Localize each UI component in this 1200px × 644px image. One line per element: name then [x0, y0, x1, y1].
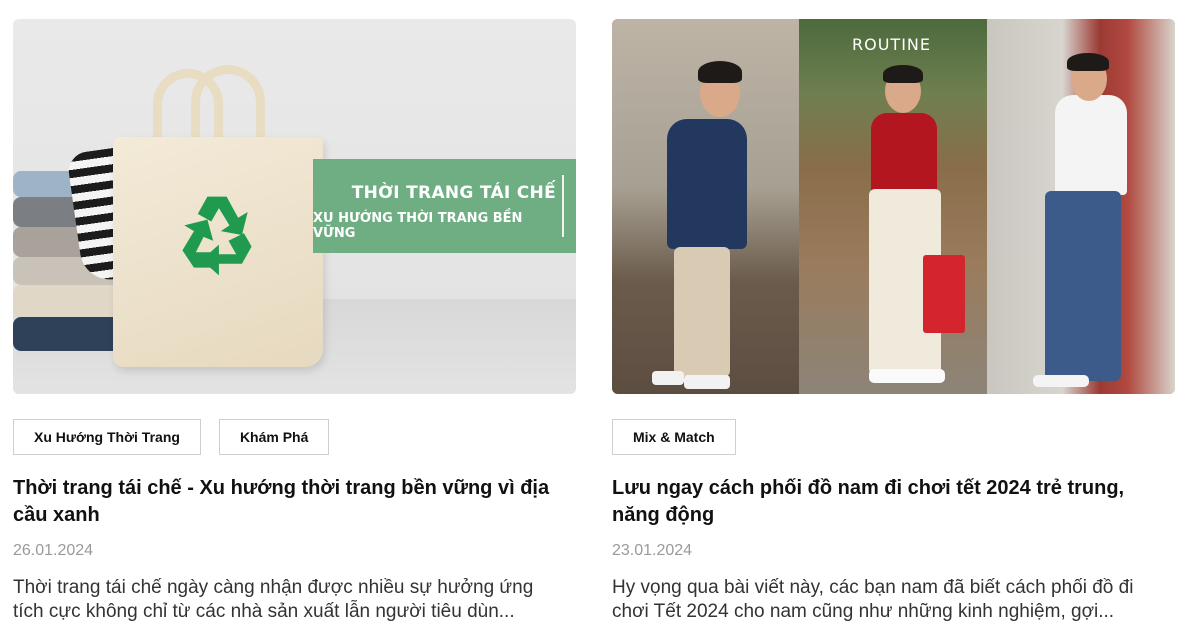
beige-trousers [674, 247, 730, 377]
white-tshirt [1055, 95, 1127, 195]
tag-list: Xu Hướng Thời Trang Khám Phá [13, 419, 330, 455]
banner-subtitle: XU HƯỚNG THỜI TRANG BỀN VỮNG [313, 211, 523, 241]
gift-bag [923, 255, 965, 333]
recycle-icon [182, 196, 252, 276]
excerpt-line: tích cực không chỉ từ các nhà sản xuất l… [13, 601, 515, 622]
sneaker [869, 369, 945, 383]
denim-jacket [667, 119, 747, 249]
photo-panel [799, 19, 987, 394]
overlay-text: ROUTINE [852, 35, 931, 54]
tag-xu-huong-thoi-trang[interactable]: Xu Hướng Thời Trang [13, 419, 201, 455]
post-card: ROUTINE Mix & Match Lưu ngay cách phối đ… [612, 19, 1175, 622]
sneaker [1033, 375, 1089, 387]
sneaker [652, 371, 684, 385]
excerpt-line: Thời trang tái chế ngày càng nhận được n… [13, 577, 534, 598]
promo-banner: THỜI TRANG TÁI CHẾ XU HƯỚNG THỜI TRANG B… [313, 159, 576, 253]
excerpt-line: Hy vọng qua bài viết này, các bạn nam đã… [612, 577, 1134, 598]
tag-mix-and-match[interactable]: Mix & Match [612, 419, 736, 455]
post-date: 23.01.2024 [612, 542, 693, 559]
post-excerpt: Thời trang tái chế ngày càng nhận được n… [13, 576, 576, 624]
post-thumbnail[interactable]: THỜI TRANG TÁI CHẾ XU HƯỚNG THỜI TRANG B… [13, 19, 576, 394]
tag-list: Mix & Match [612, 419, 736, 455]
excerpt-line: chơi Tết 2024 cho nam cũng như những kin… [612, 601, 1115, 622]
tag-kham-pha[interactable]: Khám Phá [218, 419, 330, 455]
banner-title: THỜI TRANG TÁI CHẾ [351, 183, 556, 203]
red-tshirt [871, 113, 937, 193]
person-hair [698, 61, 742, 83]
photo-panel [987, 19, 1175, 394]
post-thumbnail[interactable]: ROUTINE [612, 19, 1175, 394]
tote-bag [113, 137, 323, 367]
wide-jeans [1045, 191, 1121, 381]
post-excerpt: Hy vọng qua bài viết này, các bạn nam đã… [612, 576, 1175, 624]
banner-divider [562, 175, 564, 237]
sneaker [684, 375, 730, 389]
photo-panel [612, 19, 799, 394]
post-title[interactable]: Thời trang tái chế - Xu hướng thời trang… [13, 475, 576, 529]
post-title[interactable]: Lưu ngay cách phối đồ nam đi chơi tết 20… [612, 475, 1175, 529]
post-date: 26.01.2024 [13, 542, 94, 559]
post-card: THỜI TRANG TÁI CHẾ XU HƯỚNG THỜI TRANG B… [13, 19, 576, 622]
person-hair [883, 65, 923, 83]
person-hair [1067, 53, 1109, 71]
